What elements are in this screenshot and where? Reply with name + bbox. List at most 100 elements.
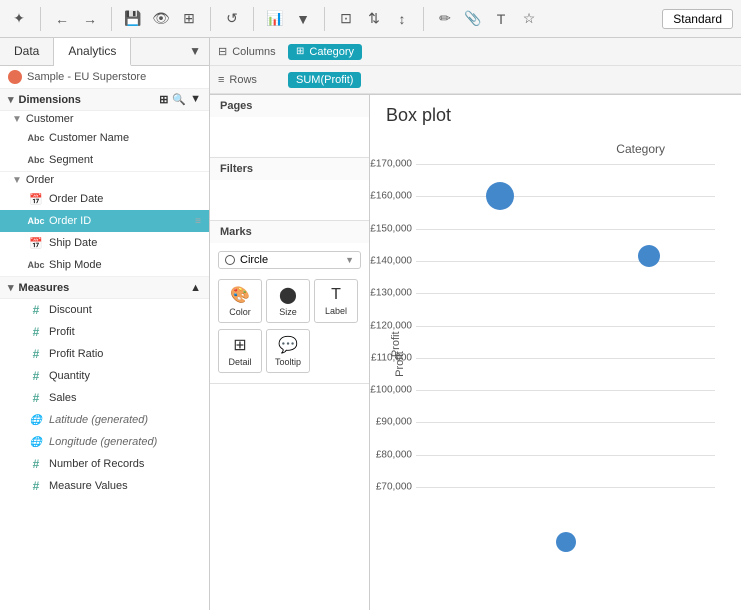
segment-field[interactable]: Abc Segment <box>0 149 209 171</box>
order-group: ▼ Order 📅 Order Date Abc Order ID ≡ 📅 Sh… <box>0 172 209 277</box>
forward-icon[interactable]: → <box>79 8 101 30</box>
marks-dropdown-arrow: ▼ <box>345 255 354 265</box>
rows-pill[interactable]: SUM(Profit) <box>288 72 361 88</box>
marks-type-select[interactable]: Circle ▼ <box>218 251 361 269</box>
swap-icon[interactable]: ⇅ <box>363 8 385 30</box>
measure-icon-records: # <box>28 456 44 472</box>
measures-expand-icon: ▾ <box>8 281 14 294</box>
main-layout: Data Analytics ▼ Sample - EU Superstore … <box>0 38 741 610</box>
discount-field[interactable]: # Discount <box>0 299 209 321</box>
tab-analytics[interactable]: Analytics <box>54 38 131 66</box>
gridline-8 <box>416 422 715 423</box>
filters-panel: Filters <box>210 158 369 221</box>
tooltip-button[interactable]: 💬 Tooltip <box>266 329 310 373</box>
latitude-label: Latitude (generated) <box>49 414 148 426</box>
clip-icon[interactable]: 📎 <box>462 8 484 30</box>
shelf-area: ⊟ Columns ⊞ Category ≡ Rows SUM(Profit) <box>210 38 741 95</box>
left-canvas-panels: Pages Filters Marks Circle ▼ <box>210 95 370 610</box>
segment-label: Segment <box>49 154 93 166</box>
measure-values-field[interactable]: # Measure Values <box>0 475 209 497</box>
standard-button[interactable]: Standard <box>662 9 733 29</box>
columns-icon: ⊟ <box>218 45 227 58</box>
rows-label: ≡ Rows <box>218 74 288 86</box>
ytick-10: £70,000 <box>376 481 412 492</box>
detail-button[interactable]: ⊞ Detail <box>218 329 262 373</box>
scroll-up-icon[interactable]: ▲ <box>190 282 201 294</box>
measure-icon-discount: # <box>28 302 44 318</box>
gridline-2 <box>416 229 715 230</box>
chart2-icon[interactable]: ▼ <box>292 8 314 30</box>
star-icon[interactable]: ☆ <box>518 8 540 30</box>
toolbar: ✦ ← → 💾 👁 ⊞ ↺ 📊 ▼ ⊡ ⇅ ↕ ✏ 📎 T ☆ Standard <box>0 0 741 38</box>
num-records-field[interactable]: # Number of Records <box>0 453 209 475</box>
sort-icon[interactable]: ↕ <box>391 8 413 30</box>
undo-icon[interactable]: ↺ <box>221 8 243 30</box>
grid-icon[interactable]: ✦ <box>8 8 30 30</box>
size-button[interactable]: ⬤ Size <box>266 279 310 323</box>
detail-label: Detail <box>228 357 251 367</box>
pages-body <box>210 117 369 157</box>
grid-view-icon[interactable]: ⊞ <box>159 93 168 106</box>
canvas-area: Pages Filters Marks Circle ▼ <box>210 95 741 610</box>
y-axis-area: £170,000 £160,000 £150,000 £140,000 £130… <box>416 164 715 584</box>
back-icon[interactable]: ← <box>51 8 73 30</box>
measures-label: Measures <box>19 282 70 294</box>
dot-3 <box>556 532 576 552</box>
order-id-field[interactable]: Abc Order ID ≡ <box>0 210 209 232</box>
datasource-name: Sample - EU Superstore <box>27 71 146 83</box>
tab-dropdown[interactable]: ▼ <box>181 38 209 65</box>
order-group-header[interactable]: ▼ Order <box>0 172 209 188</box>
ship-mode-field[interactable]: Abc Ship Mode <box>0 254 209 276</box>
gridline-9 <box>416 455 715 456</box>
gridline-4 <box>416 293 715 294</box>
abc-icon-customername: Abc <box>28 130 44 146</box>
new-datasource-icon[interactable]: 👁 <box>150 8 172 30</box>
order-label: Order <box>26 174 54 186</box>
columns-shelf: ⊟ Columns ⊞ Category <box>210 38 741 66</box>
longitude-field[interactable]: 🌐 Longitude (generated) <box>0 431 209 453</box>
profit-field[interactable]: # Profit <box>0 321 209 343</box>
measures-section-header[interactable]: ▾ Measures ▲ <box>0 277 209 299</box>
gridline-0 <box>416 164 715 165</box>
color-button[interactable]: 🎨 Color <box>218 279 262 323</box>
add-icon[interactable]: ▼ <box>190 93 201 106</box>
pages-panel: Pages <box>210 95 369 158</box>
marks-panel: Marks Circle ▼ 🎨 Color <box>210 221 369 384</box>
dimensions-label: Dimensions <box>19 94 81 106</box>
ytick-5: £120,000 <box>370 320 412 331</box>
order-date-field[interactable]: 📅 Order Date <box>0 188 209 210</box>
abc-icon-shipmode: Abc <box>28 257 44 273</box>
customer-name-field[interactable]: Abc Customer Name <box>0 127 209 149</box>
chart1-icon[interactable]: 📊 <box>264 8 286 30</box>
globe-icon-latitude: 🌐 <box>28 412 44 428</box>
latitude-field[interactable]: 🌐 Latitude (generated) <box>0 409 209 431</box>
ship-date-label: Ship Date <box>49 237 97 249</box>
marks-type-label: Circle <box>240 254 268 266</box>
profit-ratio-field[interactable]: # Profit Ratio <box>0 343 209 365</box>
category-label: Category <box>616 142 665 156</box>
table-icon[interactable]: ⊡ <box>335 8 357 30</box>
duplicate-icon[interactable]: ⊞ <box>178 8 200 30</box>
dimensions-section-header[interactable]: ▾ Dimensions ⊞ 🔍 ▼ <box>0 89 209 111</box>
sales-field[interactable]: # Sales <box>0 387 209 409</box>
right-area: ⊟ Columns ⊞ Category ≡ Rows SUM(Profit) <box>210 38 741 610</box>
label-button[interactable]: T Label <box>314 279 358 323</box>
gridline-5 <box>416 326 715 327</box>
order-arrow: ▼ <box>12 175 22 186</box>
columns-pill[interactable]: ⊞ Category <box>288 44 362 60</box>
marks-buttons-row1: 🎨 Color ⬤ Size T Label <box>218 273 361 329</box>
text-icon[interactable]: T <box>490 8 512 30</box>
pen-icon[interactable]: ✏ <box>434 8 456 30</box>
ytick-4: £130,000 <box>370 288 412 299</box>
ship-date-field[interactable]: 📅 Ship Date <box>0 232 209 254</box>
color-icon: 🎨 <box>230 285 250 305</box>
customer-arrow: ▼ <box>12 114 22 125</box>
marks-buttons-row2: ⊞ Detail 💬 Tooltip <box>218 329 361 379</box>
label-icon: T <box>331 286 341 304</box>
save-icon[interactable]: 💾 <box>122 8 144 30</box>
toolbar-separator-2 <box>111 7 112 31</box>
tab-data[interactable]: Data <box>0 38 54 65</box>
search-icon[interactable]: 🔍 <box>172 93 186 106</box>
customer-group-header[interactable]: ▼ Customer <box>0 111 209 127</box>
quantity-field[interactable]: # Quantity <box>0 365 209 387</box>
